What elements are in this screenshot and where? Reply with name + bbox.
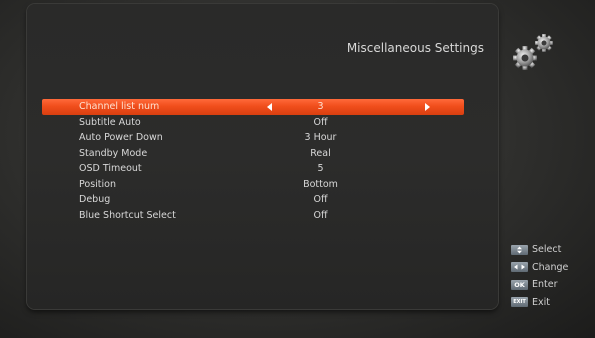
- setting-value: 5: [317, 163, 324, 174]
- setting-value: 3: [317, 101, 324, 112]
- left-right-key-icon: [511, 262, 528, 273]
- settings-row-position[interactable]: Position Bottom: [42, 177, 464, 193]
- setting-value: Off: [313, 194, 328, 205]
- setting-label: Auto Power Down: [79, 132, 163, 143]
- setting-label: OSD Timeout: [79, 163, 142, 174]
- settings-row-channel-list-num[interactable]: Channel list num 3: [42, 99, 464, 115]
- help-label: Exit: [532, 296, 550, 308]
- setting-label: Channel list num: [79, 101, 160, 112]
- setting-label: Blue Shortcut Select: [79, 209, 176, 221]
- help-row-change: Change: [511, 259, 568, 277]
- settings-list: Channel list num 3 Subtitle Auto Off Aut…: [42, 99, 464, 223]
- exit-key-icon: EXIT: [511, 297, 528, 308]
- help-row-select: Select: [511, 241, 568, 259]
- setting-label: Standby Mode: [79, 147, 148, 159]
- setting-value: Bottom: [303, 178, 338, 190]
- setting-value: Off: [313, 116, 328, 128]
- setting-label: Position: [79, 178, 116, 190]
- setting-label: Subtitle Auto: [79, 116, 141, 128]
- settings-row-osd-timeout[interactable]: OSD Timeout 5: [42, 161, 464, 177]
- help-legend: Select Change OK Enter EXIT Exit: [511, 241, 568, 311]
- help-label: Enter: [532, 279, 558, 291]
- help-row-enter: OK Enter: [511, 276, 568, 294]
- setting-value: Real: [310, 147, 331, 159]
- right-arrow-icon[interactable]: [425, 103, 430, 111]
- help-label: Select: [532, 244, 562, 256]
- left-arrow-icon[interactable]: [267, 103, 272, 111]
- help-label: Change: [532, 261, 569, 273]
- help-row-exit: EXIT Exit: [511, 294, 568, 312]
- page-title: Miscellaneous Settings: [346, 41, 484, 55]
- setting-value: 3 Hour: [304, 132, 337, 143]
- setting-label: Debug: [79, 194, 111, 205]
- gear-icon: [513, 34, 553, 70]
- settings-row-standby-mode[interactable]: Standby Mode Real: [42, 146, 464, 162]
- ok-key-icon: OK: [511, 279, 528, 290]
- settings-row-subtitle-auto[interactable]: Subtitle Auto Off: [42, 115, 464, 131]
- settings-row-blue-shortcut-select[interactable]: Blue Shortcut Select Off: [42, 208, 464, 224]
- setting-value: Off: [313, 209, 328, 221]
- up-down-key-icon: [511, 244, 528, 255]
- settings-row-auto-power-down[interactable]: Auto Power Down 3 Hour: [42, 130, 464, 146]
- settings-row-debug[interactable]: Debug Off: [42, 192, 464, 208]
